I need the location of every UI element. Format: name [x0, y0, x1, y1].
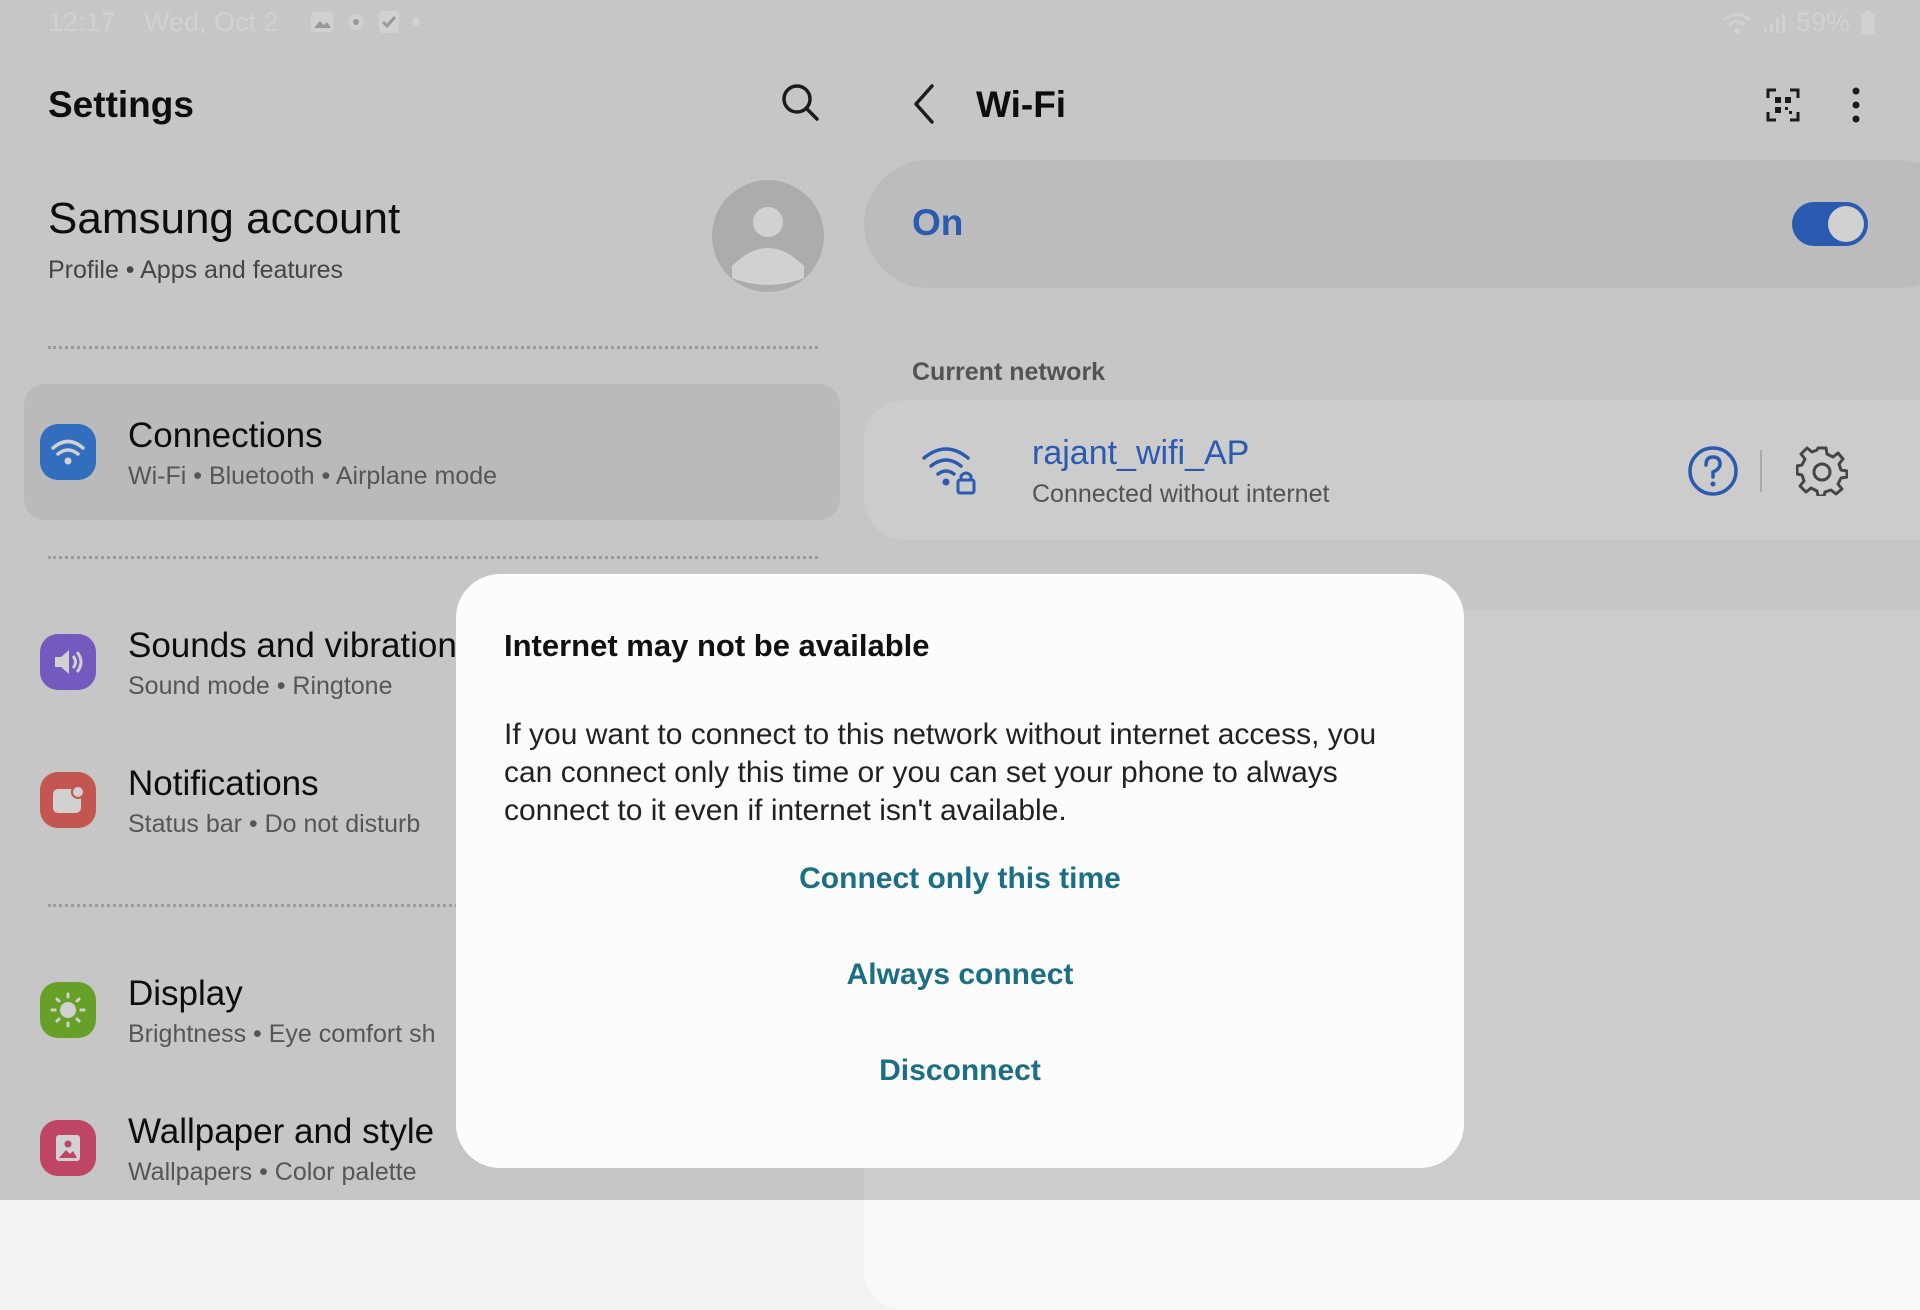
internet-warning-dialog: Internet may not be available If you wan…: [456, 574, 1464, 1168]
dialog-message: If you want to connect to this network w…: [504, 718, 1377, 827]
dialog-title: Internet may not be available: [504, 628, 930, 663]
connect-once-button[interactable]: Connect only this time: [456, 862, 1464, 896]
disconnect-button[interactable]: Disconnect: [456, 1054, 1464, 1088]
always-connect-button[interactable]: Always connect: [456, 958, 1464, 992]
